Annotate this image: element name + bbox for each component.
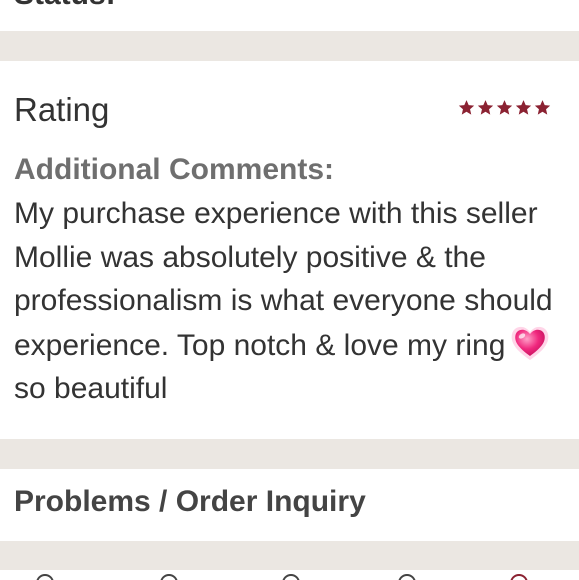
review-page: Status: Rating Additional Comments: My p… xyxy=(0,0,579,580)
star-rating xyxy=(458,99,551,116)
bottom-circle-icon xyxy=(282,574,300,580)
bottom-circle-icon xyxy=(510,574,528,580)
heart-emoji-icon xyxy=(512,326,549,360)
status-label: Status: xyxy=(14,0,116,12)
bottom-circle-icon xyxy=(160,574,178,580)
comments-label: Additional Comments: xyxy=(14,153,334,186)
problems-card[interactable]: Problems / Order Inquiry xyxy=(0,469,579,541)
star-icon xyxy=(496,100,513,115)
bottom-card xyxy=(0,570,579,580)
problems-order-inquiry-label[interactable]: Problems / Order Inquiry xyxy=(14,484,366,520)
status-card: Status: xyxy=(0,0,579,31)
bottom-circle-icon xyxy=(398,574,416,580)
bottom-circle-icon xyxy=(36,574,54,580)
rating-title: Rating xyxy=(14,91,110,128)
star-icon xyxy=(458,100,475,115)
star-icon xyxy=(534,100,551,115)
rating-card: Rating Additional Comments: My purchase … xyxy=(0,61,579,439)
comments-text-main: My purchase experience with this seller … xyxy=(14,197,553,362)
star-icon xyxy=(515,100,532,115)
star-icon xyxy=(477,100,494,115)
comments-text-end: so beautiful xyxy=(14,372,168,405)
comments-text: My purchase experience with this seller … xyxy=(14,192,574,411)
